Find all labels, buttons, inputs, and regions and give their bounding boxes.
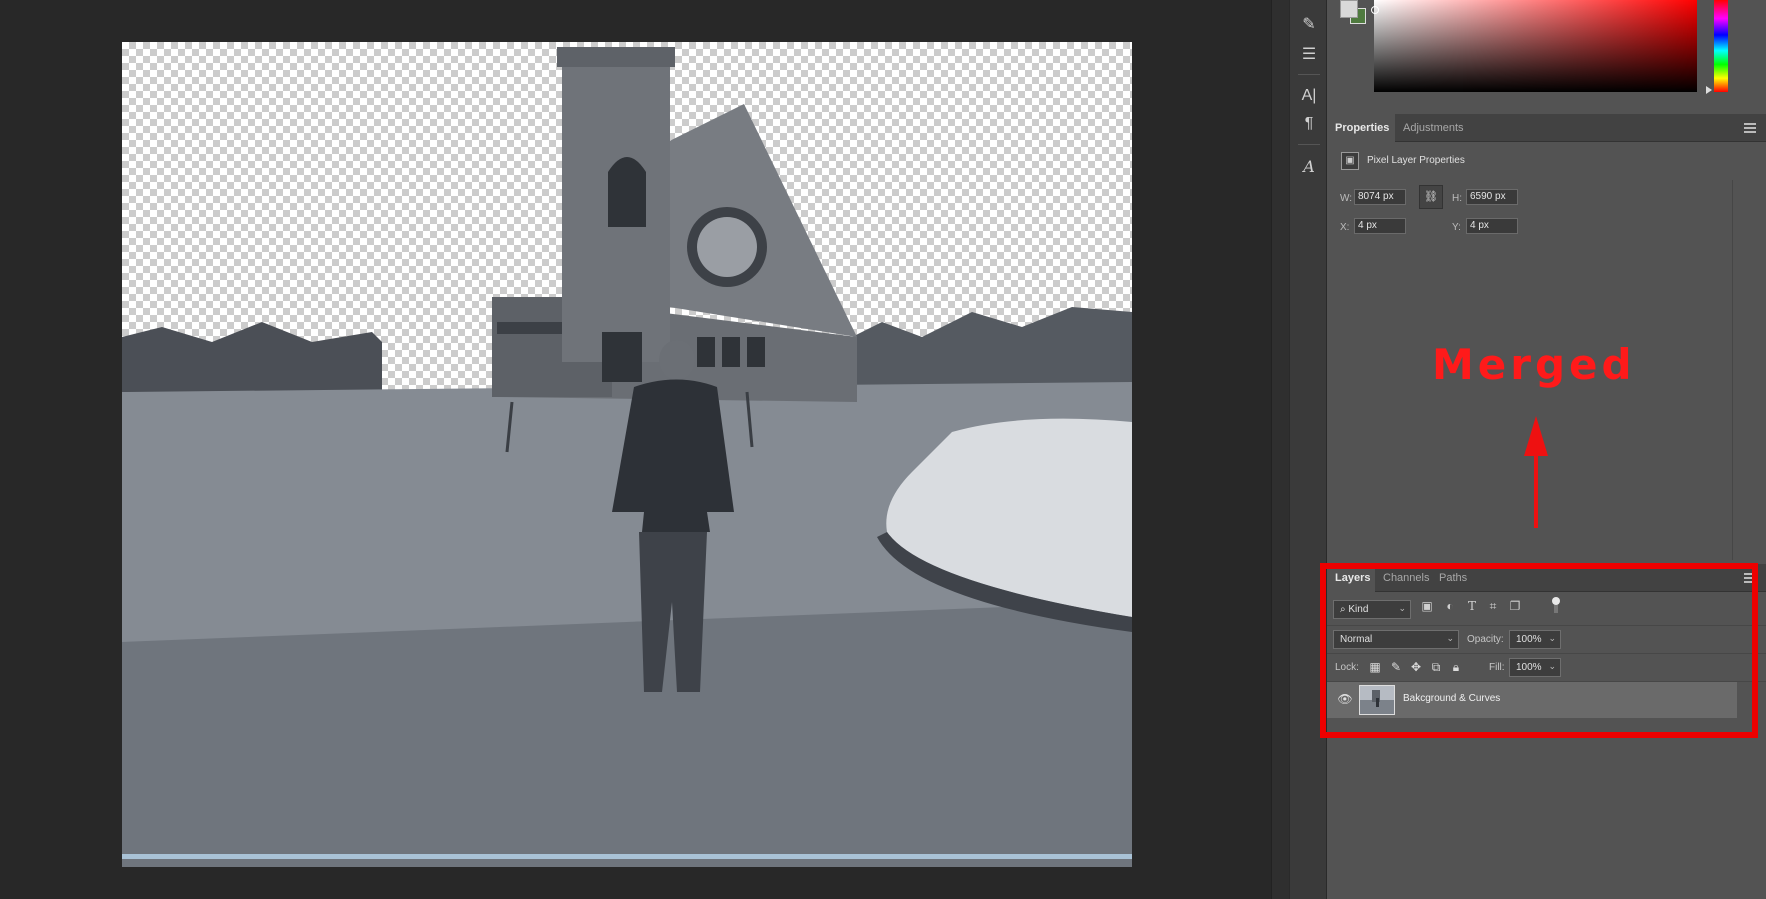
annotation-arrow-head — [1524, 416, 1548, 456]
character-icon[interactable]: A| — [1297, 84, 1321, 108]
layers-highlight-box — [1320, 563, 1758, 738]
panel-scroll-strip[interactable] — [1271, 0, 1289, 899]
adjust-sliders-icon[interactable]: ☰ — [1297, 42, 1321, 66]
width-field[interactable]: 8074 px — [1354, 189, 1406, 205]
color-panel — [1327, 0, 1766, 112]
hue-slider-handle[interactable] — [1706, 86, 1712, 94]
height-field[interactable]: 6590 px — [1466, 189, 1518, 205]
color-picker-field[interactable] — [1374, 0, 1697, 92]
width-label: W: — [1340, 193, 1353, 204]
hue-slider[interactable] — [1714, 0, 1728, 92]
canvas-image — [122, 47, 1132, 867]
pixel-layer-icon: ▣ — [1341, 152, 1359, 170]
properties-title: Pixel Layer Properties — [1367, 155, 1465, 166]
collapsed-panel-dock: ✎ ☰ A| ¶ A — [1289, 0, 1327, 899]
height-label: H: — [1452, 193, 1462, 204]
glyphs-icon[interactable]: A — [1297, 154, 1321, 178]
link-dimensions-icon[interactable]: ⛓ — [1419, 185, 1443, 209]
properties-panel-header: Properties Adjustments — [1327, 114, 1766, 142]
dock-separator — [1298, 144, 1320, 145]
annotation-arrow-shaft — [1534, 452, 1538, 528]
y-field[interactable]: 4 px — [1466, 218, 1518, 234]
foreground-color-swatch[interactable] — [1340, 0, 1358, 18]
brush-settings-icon[interactable]: ✎ — [1297, 12, 1321, 36]
document-workspace[interactable] — [0, 0, 1271, 899]
document-canvas[interactable] — [122, 42, 1132, 867]
paragraph-icon[interactable]: ¶ — [1297, 112, 1321, 136]
dock-separator — [1298, 74, 1320, 75]
x-field[interactable]: 4 px — [1354, 218, 1406, 234]
panel-menu-icon[interactable] — [1744, 123, 1756, 133]
tab-adjustments[interactable]: Adjustments — [1395, 114, 1472, 142]
y-label: Y: — [1452, 222, 1461, 233]
properties-scrollbar-track — [1732, 180, 1733, 560]
merged-annotation-label: Merged — [1432, 340, 1636, 389]
color-picker-marker[interactable] — [1371, 6, 1379, 14]
x-label: X: — [1340, 222, 1350, 233]
tab-properties[interactable]: Properties — [1327, 114, 1395, 142]
